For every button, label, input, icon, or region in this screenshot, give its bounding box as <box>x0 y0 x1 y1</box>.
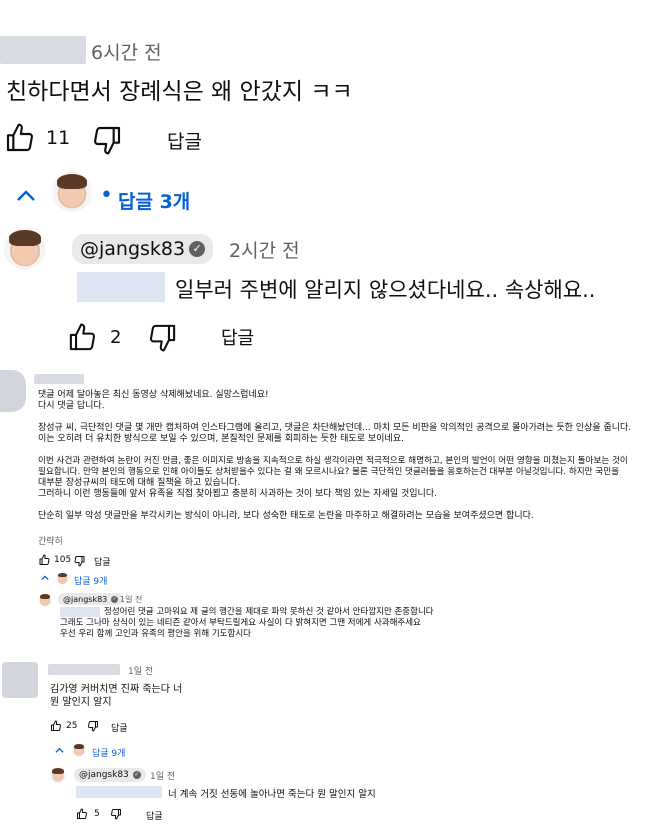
comment-time: 1일 전 <box>128 667 154 677</box>
thumbs-down-icon <box>94 126 121 155</box>
replies-toggle[interactable] <box>40 574 50 582</box>
dislike-button[interactable] <box>146 322 179 353</box>
verified-check-icon: ✓ <box>132 771 141 779</box>
thumbs-up-icon <box>77 808 87 819</box>
author-handle: @jangsk83 <box>80 238 186 260</box>
verified-check-icon: ✓ <box>189 241 206 257</box>
dislike-button[interactable] <box>87 720 99 732</box>
mention-blurred <box>76 786 162 798</box>
reply-button[interactable]: 답글 <box>94 555 111 568</box>
comment-line <box>38 445 653 456</box>
thumbs-down-icon <box>74 556 85 567</box>
thumbs-down-icon <box>111 809 121 820</box>
replies-toggle-label[interactable]: 답글 3개 <box>118 187 190 214</box>
chevron-up-icon <box>41 575 49 581</box>
comment-time: 6시간 전 <box>91 42 162 64</box>
like-count: 25 <box>66 721 78 731</box>
author-handle-chip[interactable]: @jangsk83 ✓ <box>58 593 124 605</box>
reply-text: 일부러 주변에 알리지 않으셨다네요.. 속상해요.. <box>175 278 596 302</box>
mention-blurred <box>77 272 165 302</box>
avatar <box>56 572 69 585</box>
author-name-blurred <box>0 36 86 64</box>
thumbs-up-icon <box>6 123 33 152</box>
comment-body: 댓글 어제 달아놓은 최신 동영상 삭제해놨네요. 실망스럽네요! 다시 댓글 … <box>38 390 653 522</box>
reply-line: 정성어린 댓글 고마워요 제 글의 행간을 제대로 파악 못하신 것 같아서 안… <box>104 607 434 617</box>
author-name-blurred <box>48 664 120 675</box>
avatar <box>50 767 66 783</box>
reply-text: 너 계속 거짓 선동에 놀아나면 죽는다 뭔 말인지 알지 <box>168 789 376 800</box>
avatar <box>4 228 46 270</box>
comment-line <box>38 500 653 511</box>
like-count: 11 <box>46 127 71 149</box>
comment-line: 대부분 장성규씨의 태도에 대해 질책을 하고 있습니다. <box>38 478 241 488</box>
comment-line: 단순히 일부 악성 댓글만을 부각시키는 방식이 아니라, 보다 성숙한 태도로… <box>38 511 534 521</box>
reply-line: 우선 우리 함께 고인과 유족의 평안을 위해 기도합시다 <box>60 629 251 639</box>
avatar-blurred <box>2 662 38 698</box>
reply-button[interactable]: 답글 <box>111 721 128 734</box>
like-button[interactable] <box>3 122 37 154</box>
comment-line: 이는 오히려 더 유치한 방식으로 보일 수 있으며, 본질적인 문제를 회피하… <box>38 434 404 444</box>
author-handle-chip[interactable]: @jangsk83 ✓ <box>72 234 214 264</box>
comment-body: 김가영 커버치면 진짜 죽는다 너 뭔 말인지 알지 <box>50 683 182 709</box>
like-button[interactable] <box>38 554 51 566</box>
dislike-button[interactable] <box>110 808 122 820</box>
author-handle-chip[interactable]: @jangsk83 ✓ <box>74 768 146 782</box>
reply-button[interactable]: 답글 <box>167 127 202 154</box>
thumbs-down-icon <box>149 324 176 352</box>
comment-text: 친하다면서 장례식은 왜 안갔지 ㅋㅋ <box>6 79 353 105</box>
comment-line: 필요합니다. 만약 본인의 행동으로 인해 아이들도 상처받을수 있다는 걸 왜… <box>38 467 620 477</box>
avatar <box>38 593 52 607</box>
reply-body: 정성어린 댓글 고마워요 제 글의 행간을 제대로 파악 못하신 것 같아서 안… <box>60 607 620 640</box>
reply-line: 그래도 그나마 상식이 있는 네티즌 같아서 부탁드릴게요 사실이 다 밝혀지면… <box>60 618 421 628</box>
replies-dot: • <box>100 183 113 208</box>
comment-line: 그러하니 이런 행동들에 앞서 유족을 직접 찾아뵙고 충분히 사과하는 것이 … <box>38 489 437 499</box>
like-button[interactable] <box>76 808 88 820</box>
avatar <box>72 743 86 757</box>
like-count: 2 <box>110 327 122 348</box>
reply-button[interactable]: 답글 <box>146 809 163 822</box>
like-button[interactable] <box>50 720 62 732</box>
author-handle: @jangsk83 <box>79 770 129 780</box>
thumbs-up-icon <box>39 554 50 565</box>
comment-line: 뭔 말인지 알지 <box>50 697 112 708</box>
dislike-button[interactable] <box>90 124 124 156</box>
comment-line: 이번 사건과 관련하여 논란이 커진 만큼, 좋은 이미지로 방송을 지속적으로… <box>38 456 628 466</box>
replies-toggle[interactable] <box>54 746 65 755</box>
verified-check-icon: ✓ <box>111 595 119 603</box>
like-count: 105 <box>54 555 72 565</box>
reply-time: 2시간 전 <box>229 240 300 262</box>
comment-line: 댓글 어제 달아놓은 최신 동영상 삭제해놨네요. 실망스럽네요! <box>38 390 269 400</box>
reply-button[interactable]: 답글 <box>221 324 254 350</box>
chevron-up-icon <box>55 747 64 753</box>
thumbs-up-icon <box>51 720 61 731</box>
author-name-blurred <box>34 374 84 384</box>
replies-toggle-label[interactable]: 답글 9개 <box>74 574 107 587</box>
avatar <box>52 172 92 212</box>
comment-line: 김가영 커버치면 진짜 죽는다 너 <box>50 684 183 695</box>
reply-time: 1일 전 <box>120 595 143 604</box>
comment-line: 다시 댓글 답니다. <box>38 401 105 411</box>
replies-toggle-label[interactable]: 답글 9개 <box>92 746 125 759</box>
reply-time: 1일 전 <box>150 772 176 782</box>
comment-line: 장성규 씨, 극단적인 댓글 몇 개만 캡처하여 인스타그램에 올리고, 댓글은… <box>38 423 632 433</box>
collapse-link[interactable]: 간략히 <box>38 534 63 547</box>
chevron-up-icon <box>17 190 35 201</box>
thumbs-down-icon <box>88 721 98 732</box>
comment-line <box>38 412 653 423</box>
thumbs-up-icon <box>69 323 96 351</box>
avatar-blurred <box>0 370 26 412</box>
dislike-button[interactable] <box>73 555 86 567</box>
author-handle: @jangsk83 <box>63 594 108 604</box>
like-count: 5 <box>94 809 100 819</box>
like-button[interactable] <box>66 322 99 353</box>
